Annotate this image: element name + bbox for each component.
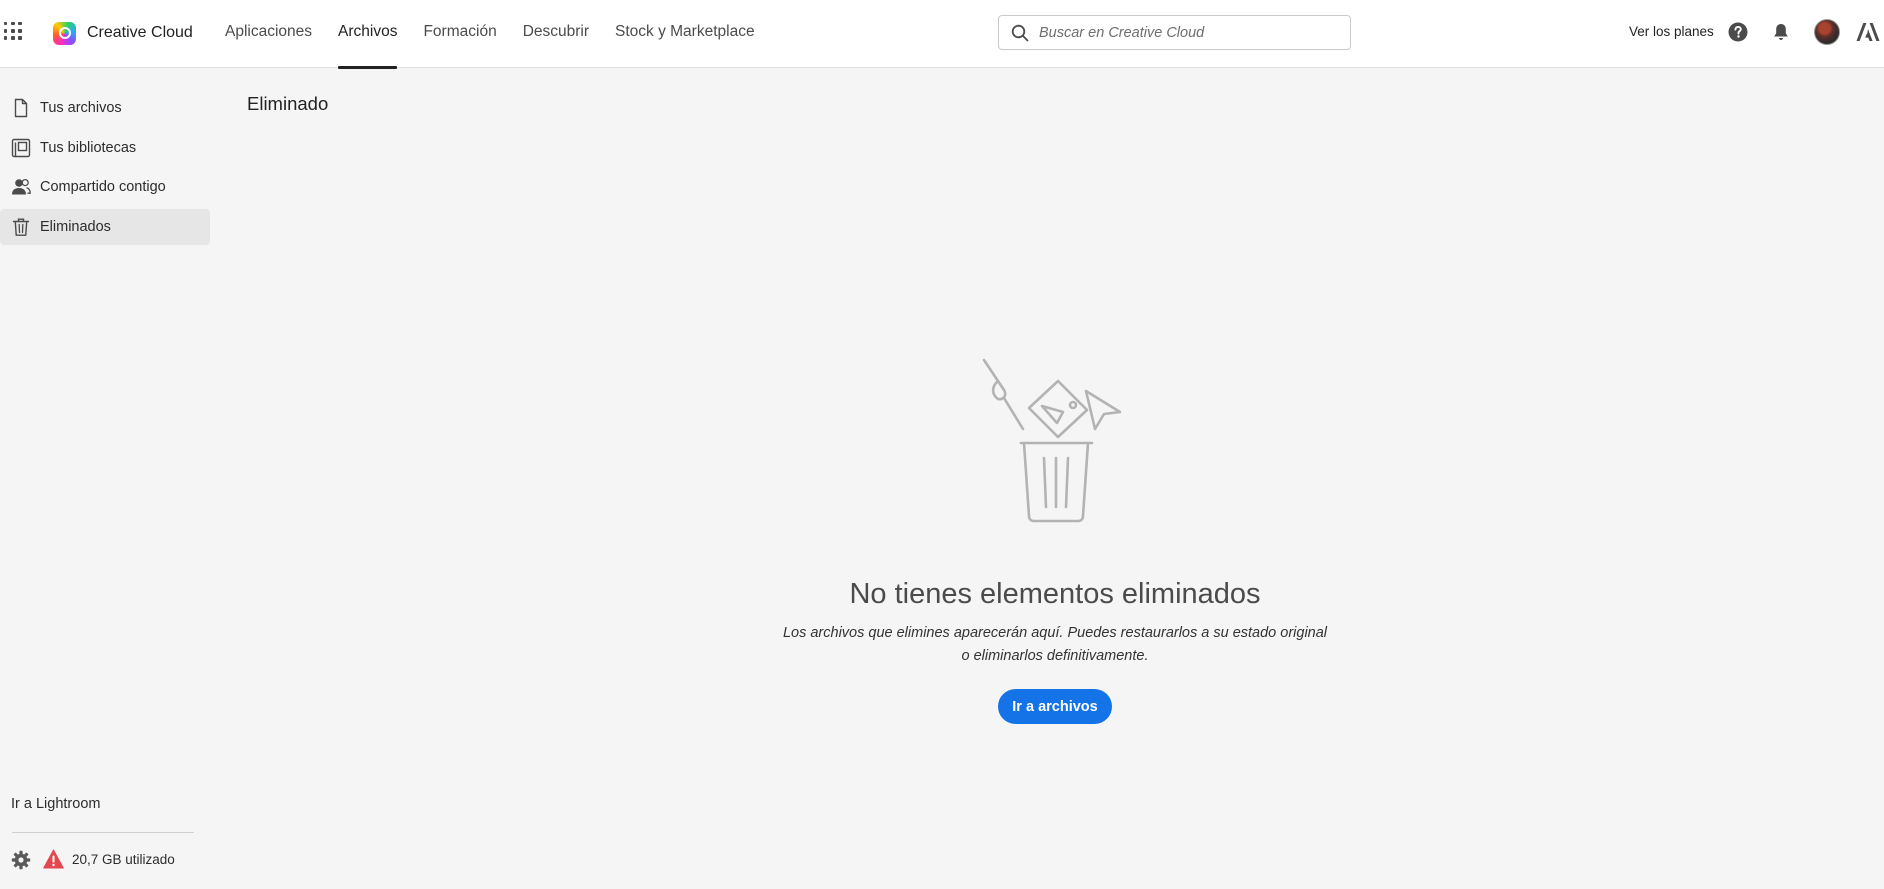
grid-dot (11, 36, 15, 40)
grid-dot (11, 22, 15, 26)
go-to-files-button[interactable]: Ir a archivos (998, 689, 1112, 724)
sidebar-divider (12, 832, 194, 833)
sidebar-item-eliminados[interactable]: Eliminados (0, 209, 210, 245)
tab-descubrir[interactable]: Descubrir (523, 0, 589, 68)
tab-aplicaciones[interactable]: Aplicaciones (225, 0, 312, 68)
grid-dot (11, 29, 15, 33)
search-icon (1011, 24, 1029, 41)
grid-dot (4, 22, 8, 26)
storage-usage-text: 20,7 GB utilizado (72, 852, 175, 867)
tab-stock-marketplace[interactable]: Stock y Marketplace (615, 0, 755, 68)
search-input[interactable] (1039, 24, 1329, 41)
gear-icon[interactable] (11, 850, 31, 870)
help-icon[interactable] (1728, 22, 1748, 42)
sidebar-item-label: Tus archivos (40, 100, 122, 116)
bell-icon[interactable] (1771, 22, 1791, 42)
sidebar-item-label: Eliminados (40, 219, 111, 235)
adobe-logo-icon[interactable] (1856, 22, 1880, 42)
app-switcher-grid-icon[interactable] (4, 22, 24, 42)
page-title: Eliminado (247, 93, 329, 114)
grid-dot (18, 36, 22, 40)
sidebar: Tus archivos Tus bibliotecas Compartido … (0, 68, 210, 889)
trash-icon (12, 218, 30, 236)
grid-dot (18, 29, 22, 33)
avatar[interactable] (1814, 19, 1840, 45)
view-plans-link[interactable]: Ver los planes (1629, 24, 1714, 39)
file-icon (14, 98, 28, 118)
top-bar: Creative Cloud Aplicaciones Archivos For… (0, 0, 1884, 69)
sidebar-item-tus-archivos[interactable]: Tus archivos (0, 90, 210, 126)
main-nav: Aplicaciones Archivos Formación Descubri… (225, 0, 781, 69)
people-icon (12, 178, 31, 195)
warning-icon (43, 849, 64, 869)
brand-name: Creative Cloud (87, 24, 193, 41)
sidebar-item-label: Tus bibliotecas (40, 140, 137, 156)
sidebar-item-label: Compartido contigo (40, 179, 166, 195)
library-icon (11, 138, 31, 158)
sidebar-item-compartido-contigo[interactable]: Compartido contigo (0, 169, 210, 205)
tab-formacion[interactable]: Formación (423, 0, 496, 68)
empty-state-description: Los archivos que elimines aparecerán aqu… (782, 625, 1328, 664)
creative-cloud-logo-icon (53, 21, 76, 45)
tab-archivos[interactable]: Archivos (338, 0, 398, 69)
empty-trash-illustration-icon (982, 358, 1122, 523)
brand-home-link[interactable]: Creative Cloud (53, 20, 193, 46)
go-to-lightroom-link[interactable]: Ir a Lightroom (11, 796, 100, 812)
grid-dot (4, 36, 8, 40)
grid-dot (4, 29, 8, 33)
empty-state-title: No tienes elementos eliminados (849, 578, 1261, 610)
sidebar-item-tus-bibliotecas[interactable]: Tus bibliotecas (0, 130, 210, 166)
search-box (998, 15, 1351, 50)
grid-dot (18, 22, 22, 26)
